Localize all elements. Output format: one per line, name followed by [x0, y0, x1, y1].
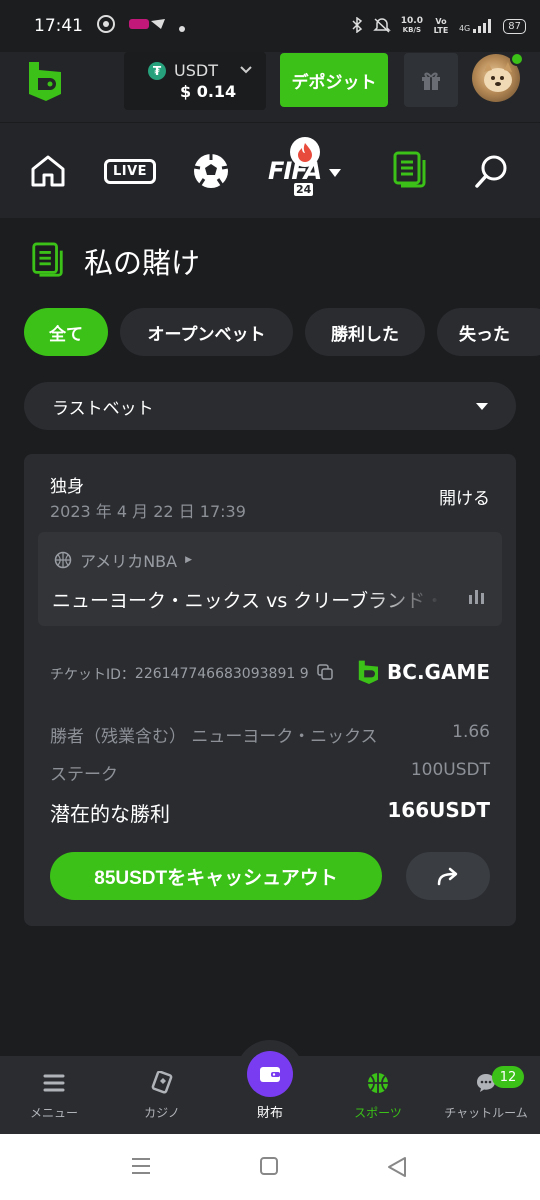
bet-market: 勝者（残業含む） ニューヨーク・ニックス [50, 727, 378, 747]
share-button[interactable] [406, 852, 490, 900]
potential-win-row: 潜在的な勝利 166USDT [50, 798, 490, 827]
gift-button[interactable] [404, 53, 458, 107]
bet-market-row: 勝者（残業含む） ニューヨーク・ニックス 1.66 [50, 722, 490, 747]
match-info[interactable]: アメリカNBA ▶ ニューヨーク・ニックス vs クリーブランド・キャバリアーズ [38, 532, 502, 626]
balance-amount: $ 0.14 [180, 82, 237, 101]
ticket-label: チケットID： [50, 667, 135, 683]
bet-date: 2023 年 4 月 22 日 17:39 [50, 502, 246, 521]
nav-casino-label: カジノ [144, 1106, 180, 1120]
search-button[interactable] [472, 149, 512, 193]
battery-indicator: 87 [503, 18, 526, 34]
net-speed: 10.0 KB/S [400, 16, 423, 35]
ticket-id-value: 226147746683093891 9 [134, 666, 309, 682]
caret-down-icon [476, 402, 488, 410]
match-teams: ニューヨーク・ニックス vs クリーブランド・キャバリアーズ [52, 590, 442, 612]
dot-icon [179, 17, 185, 36]
stake-label: ステーク [50, 765, 118, 785]
bc-game-logo-icon [358, 660, 379, 684]
nav-casino[interactable]: カジノ [112, 1068, 212, 1121]
balance-selector[interactable]: ₮ USDT $ 0.14 [124, 52, 266, 110]
basketball-icon [368, 1073, 388, 1093]
bluetooth-icon [351, 16, 363, 36]
status-bar: 17:41 10.0 KB/S Vo LTE 4G 87 [0, 0, 540, 52]
soccer-button[interactable] [191, 149, 231, 193]
mute-icon [372, 17, 391, 36]
league-name: アメリカNBA [80, 552, 178, 571]
home-nav-icon[interactable] [259, 1156, 279, 1180]
volte-indicator: Vo LTE [433, 17, 449, 35]
bet-odds: 1.66 [452, 722, 490, 742]
stake-row: ステーク 100USDT [50, 760, 490, 785]
live-button[interactable]: LIVE [103, 149, 157, 193]
online-status-dot [510, 52, 524, 66]
tab-lost[interactable]: 失った [437, 308, 540, 356]
stake-value: 100USDT [410, 760, 490, 780]
nav-sports[interactable]: スポーツ [328, 1068, 428, 1121]
fire-icon [290, 137, 320, 167]
soccer-ball-icon [193, 154, 229, 188]
potential-win-value: 166USDT [387, 798, 490, 822]
category-nav: LIVE FIFA 24 [0, 122, 540, 218]
status-time: 17:41 [34, 16, 83, 36]
open-bet-button[interactable]: 開ける [439, 484, 490, 509]
nav-wallet-label: 財布 [256, 1106, 283, 1121]
nav-menu[interactable]: メニュー [4, 1068, 104, 1121]
brand-name: BC.GAME [387, 660, 490, 684]
nav-menu-label: メニュー [29, 1106, 78, 1120]
nav-chat-label: チャットルーム [444, 1106, 528, 1120]
live-label: LIVE [103, 158, 157, 184]
chevron-down-icon [329, 162, 342, 181]
page-header: 私の賭け [30, 240, 200, 282]
share-arrow-icon [437, 867, 458, 886]
nav-sports-label: スポーツ [354, 1106, 402, 1120]
bet-range-value: ラストベット [52, 398, 154, 419]
league: アメリカNBA ▶ [54, 548, 192, 572]
app-header: ₮ USDT $ 0.14 デポジット [0, 52, 540, 122]
search-icon [475, 155, 507, 188]
casino-cards-icon [151, 1071, 173, 1094]
ticket-id: チケットID： 226147746683093891 9 [50, 664, 333, 684]
bet-slip-icon [32, 242, 63, 277]
bet-filter-tabs: 全て オープンベット 勝利した 失った [24, 308, 540, 356]
bc-game-logo[interactable] [26, 60, 66, 106]
deposit-button[interactable]: デポジット [280, 53, 388, 107]
tab-open-bets[interactable]: オープンベット [120, 308, 293, 356]
fifa-button[interactable]: FIFA 24 [268, 137, 352, 196]
chat-unread-badge: 12 [492, 1066, 524, 1088]
nav-wallet[interactable] [236, 1040, 304, 1108]
stats-icon[interactable] [468, 588, 486, 608]
app-notification-icon [127, 15, 167, 37]
page-title: 私の賭け [84, 246, 201, 280]
gift-icon [422, 72, 440, 90]
balance-currency: USDT [174, 61, 218, 80]
system-nav-bar [0, 1134, 540, 1200]
my-bets-button[interactable] [390, 149, 430, 193]
cashout-button[interactable]: 85USDTをキャッシュアウト [50, 852, 382, 900]
bet-card: 独身 2023 年 4 月 22 日 17:39 開ける アメリカNBA ▶ ニ… [24, 454, 516, 926]
menu-icon [43, 1074, 65, 1092]
basketball-icon [54, 551, 72, 569]
back-icon[interactable] [386, 1156, 408, 1182]
copy-icon[interactable] [316, 664, 333, 684]
bet-slip-icon [393, 151, 426, 188]
caret-right-icon: ▶ [185, 555, 193, 565]
tether-icon: ₮ [148, 61, 166, 80]
signal-icon: 4G [459, 19, 493, 33]
tab-won[interactable]: 勝利した [305, 308, 425, 356]
brand-logo: BC.GAME [357, 658, 490, 686]
home-icon [31, 155, 65, 187]
wallet-icon [260, 1067, 280, 1082]
home-button[interactable] [28, 149, 68, 193]
fifa-year: 24 [294, 183, 314, 196]
potential-win-label: 潜在的な勝利 [50, 802, 170, 826]
recents-icon[interactable] [130, 1156, 152, 1180]
chevron-down-icon [240, 63, 252, 78]
tab-all[interactable]: 全て [24, 308, 108, 356]
bet-type: 独身 [50, 477, 84, 497]
chrome-icon [97, 15, 115, 37]
bet-range-select[interactable]: ラストベット [24, 382, 516, 430]
